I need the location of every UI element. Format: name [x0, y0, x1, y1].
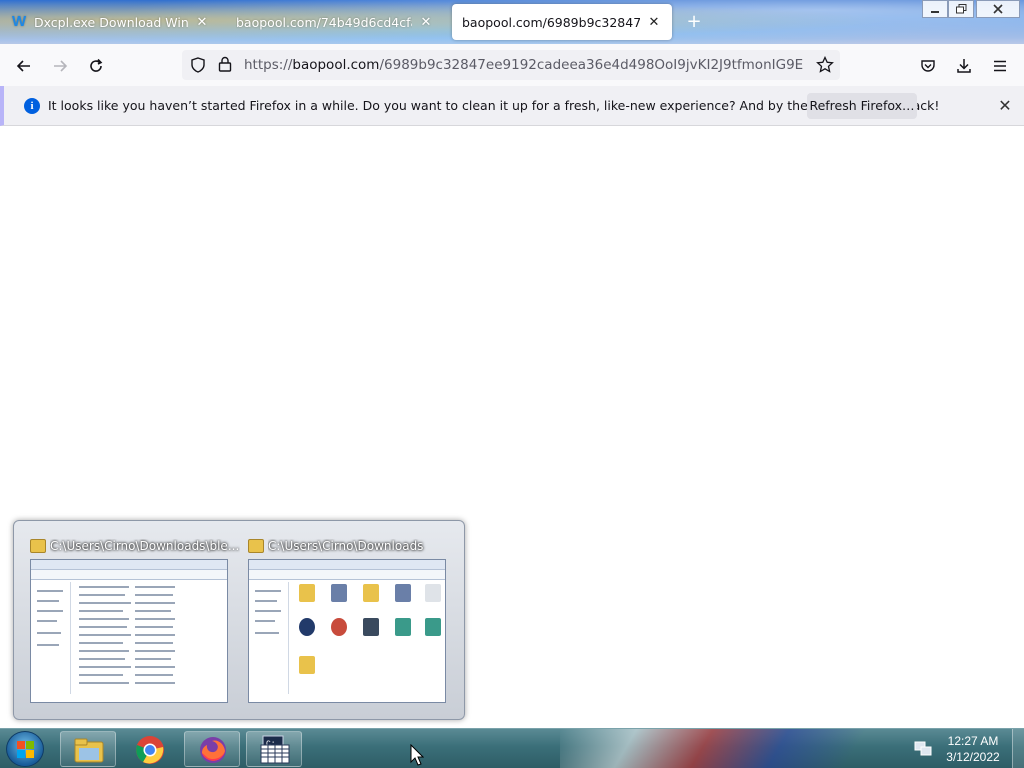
thumbnail-window-1[interactable]: C:\Users\Cirno\Downloads\ble...	[28, 531, 239, 711]
tab-baopool-2[interactable]: baopool.com/6989b9c32847ee9192c ✕	[452, 4, 672, 40]
w-icon: W	[12, 13, 27, 30]
windows-logo-icon	[17, 741, 35, 759]
back-icon[interactable]	[10, 52, 38, 80]
firefox-refresh-notification: i It looks like you haven’t started Fire…	[0, 86, 1024, 126]
thumbnail-title: C:\Users\Cirno\Downloads\ble...	[50, 539, 240, 553]
notification-message: It looks like you haven’t started Firefo…	[48, 98, 940, 113]
tab-strip: W Dxcpl.exe Download Windows 7 ✕ baopool…	[0, 0, 1024, 44]
folder-icon	[74, 738, 104, 763]
bookmark-star-icon[interactable]	[816, 55, 834, 77]
console-window-icon: C:	[260, 735, 290, 764]
thumbnail-preview	[30, 559, 228, 703]
new-tab-icon[interactable]: +	[684, 12, 704, 32]
tab-baopool-1[interactable]: baopool.com/74b49d6cd4cfa43778c ✕	[226, 4, 444, 40]
wallpaper-peek	[560, 729, 920, 768]
tab-close-icon[interactable]: ✕	[418, 14, 434, 30]
show-desktop-button[interactable]	[1012, 729, 1024, 768]
clock-time: 12:27 AM	[947, 734, 999, 748]
minimize-icon[interactable]	[922, 0, 948, 18]
system-clock[interactable]: 12:27 AM 3/12/2022	[938, 733, 1008, 765]
chrome-icon	[136, 736, 164, 764]
thumbnail-window-2[interactable]: C:\Users\Cirno\Downloads	[246, 531, 448, 711]
url-bar[interactable]: https://baopool.com/6989b9c32847ee9192ca…	[182, 50, 840, 80]
close-window-icon[interactable]	[976, 0, 1020, 18]
url-host: baopool.com	[292, 57, 380, 73]
folder-icon	[30, 539, 46, 553]
tab-title: Dxcpl.exe Download Windows 7	[34, 14, 188, 30]
lock-icon[interactable]	[218, 56, 232, 75]
tab-title: baopool.com/6989b9c32847ee9192c	[462, 14, 640, 30]
tab-title: baopool.com/74b49d6cd4cfa43778c	[236, 14, 412, 30]
thumbnail-preview	[248, 559, 446, 703]
clock-date: 3/12/2022	[946, 750, 1000, 764]
refresh-firefox-button[interactable]: Refresh Firefox…	[807, 93, 917, 119]
downloads-icon[interactable]	[950, 52, 978, 80]
info-icon: i	[24, 98, 40, 114]
mouse-cursor-icon	[410, 744, 424, 766]
tab-close-icon[interactable]: ✕	[194, 14, 210, 30]
tab-dxcpl[interactable]: W Dxcpl.exe Download Windows 7 ✕	[2, 4, 220, 40]
close-notification-icon[interactable]: ✕	[995, 96, 1015, 116]
url-scheme: https://	[244, 57, 293, 73]
firefox-icon	[200, 737, 226, 763]
taskbar-thumbnail-popup: C:\Users\Cirno\Downloads\ble... C:\Users…	[13, 520, 465, 720]
hamburger-menu-icon[interactable]	[986, 52, 1014, 80]
taskbar-console-button[interactable]: C:	[246, 731, 302, 767]
taskbar-explorer-button[interactable]	[60, 731, 116, 767]
pocket-icon[interactable]	[914, 52, 942, 80]
url-path: /6989b9c32847ee9192cadeea36e4d498OoI9jvK…	[379, 57, 804, 73]
taskbar-chrome-button[interactable]	[122, 731, 178, 767]
forward-icon[interactable]	[46, 52, 74, 80]
restore-icon[interactable]	[948, 0, 974, 18]
folder-icon	[248, 539, 264, 553]
network-icon[interactable]	[914, 740, 932, 761]
start-button[interactable]	[6, 731, 44, 767]
shield-icon[interactable]	[190, 57, 206, 76]
tab-close-icon[interactable]: ✕	[646, 14, 662, 30]
url-text[interactable]: https://baopool.com/6989b9c32847ee9192ca…	[244, 57, 804, 73]
taskbar-firefox-button[interactable]	[184, 731, 240, 767]
navigation-toolbar: https://baopool.com/6989b9c32847ee9192ca…	[0, 44, 1024, 86]
reload-icon[interactable]	[82, 52, 110, 80]
windows-taskbar: C: 12:27 AM 3/12/2022	[0, 728, 1024, 768]
thumbnail-title: C:\Users\Cirno\Downloads	[268, 539, 424, 553]
